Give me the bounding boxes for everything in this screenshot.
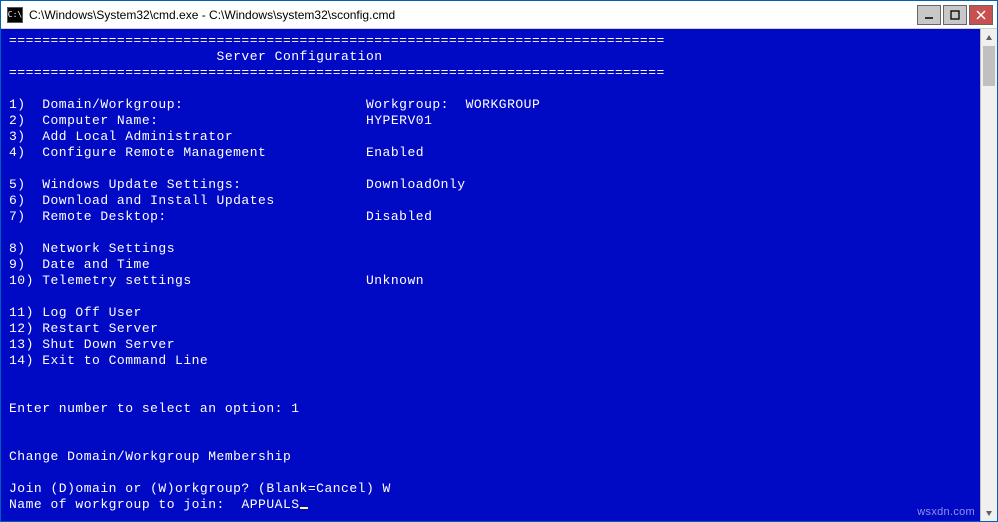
scroll-up-button[interactable] (981, 29, 997, 46)
option-list: 1) Domain/Workgroup: Workgroup: WORKGROU… (9, 97, 540, 368)
chevron-up-icon (985, 34, 993, 42)
prompt-workgroup-value[interactable]: APPUALS (241, 497, 299, 512)
window-controls (917, 5, 993, 25)
vertical-scrollbar[interactable] (980, 29, 997, 521)
scroll-down-button[interactable] (981, 504, 997, 521)
text-cursor (300, 507, 308, 509)
section-change: Change Domain/Workgroup Membership (9, 449, 291, 464)
prompt-workgroup-label: Name of workgroup to join: (9, 497, 241, 512)
maximize-button[interactable] (943, 5, 967, 25)
rule-top: ========================================… (9, 33, 665, 48)
minimize-button[interactable] (917, 5, 941, 25)
title-text: C:\Windows\System32\cmd.exe - C:\Windows… (29, 8, 917, 22)
close-button[interactable] (969, 5, 993, 25)
prompt-join: Join (D)omain or (W)orkgroup? (Blank=Can… (9, 481, 391, 496)
watermark: wsxdn.com (917, 506, 975, 518)
minimize-icon (924, 10, 934, 20)
app-icon-glyph: C:\ (8, 10, 22, 19)
header: Server Configuration (9, 49, 383, 64)
chevron-down-icon (985, 509, 993, 517)
close-icon (976, 10, 986, 20)
rule-bottom: ========================================… (9, 65, 665, 80)
scroll-thumb[interactable] (983, 46, 995, 86)
cmd-window: C:\ C:\Windows\System32\cmd.exe - C:\Win… (0, 0, 998, 522)
scroll-track[interactable] (981, 46, 997, 504)
prompt-select: Enter number to select an option: 1 (9, 401, 300, 416)
maximize-icon (950, 10, 960, 20)
titlebar[interactable]: C:\ C:\Windows\System32\cmd.exe - C:\Win… (1, 1, 997, 29)
terminal[interactable]: ========================================… (1, 29, 980, 521)
client-area: ========================================… (1, 29, 997, 521)
app-icon: C:\ (7, 7, 23, 23)
